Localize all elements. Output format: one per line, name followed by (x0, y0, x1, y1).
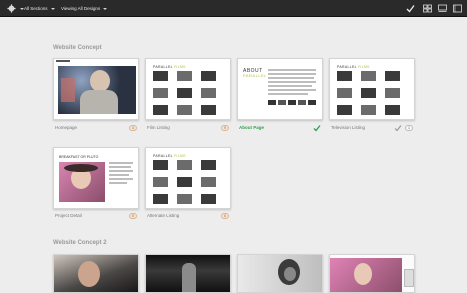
card-label[interactable]: Television Listing (331, 125, 365, 130)
comment-badge[interactable]: 1 (405, 125, 413, 131)
thumb-brand-a: PARALLEL (153, 65, 173, 69)
sections-dropdown[interactable]: All Sections (24, 4, 55, 14)
filmstrip-view-icon[interactable] (437, 3, 448, 14)
design-card-about-page[interactable]: ABOUT PARALLEL (237, 58, 323, 120)
thumb-brand: PARALLEL FILMS (153, 65, 186, 69)
thumb-about-subtitle: PARALLEL (243, 73, 267, 78)
designs-dropdown-label: Viewing All Designs (61, 6, 101, 11)
design-card-project-detail[interactable]: BREAKFAST OR PLUTO (53, 147, 139, 209)
design-card[interactable] (237, 254, 323, 293)
card-label-approved[interactable]: About Page (239, 125, 264, 130)
single-view-icon[interactable] (452, 3, 463, 14)
section-title: Website Concept (53, 45, 102, 51)
card-label[interactable]: Homepage (55, 125, 77, 130)
thumb-brand-b: FILMS (172, 65, 186, 69)
comment-badge[interactable]: 5 (129, 213, 137, 219)
thumb-brand-a: PARALLEL (153, 154, 173, 158)
grid-view-icon[interactable] (422, 3, 433, 14)
card-label[interactable]: Film Listing (147, 125, 170, 130)
thumb-brand-b: FILMS (172, 154, 186, 158)
sections-dropdown-label: All Sections (24, 6, 48, 11)
comment-badge[interactable]: 6 (221, 213, 229, 219)
thumb-hero-image (58, 66, 136, 114)
thumb-project-title: BREAKFAST OR PLUTO (59, 155, 99, 159)
design-card[interactable] (329, 254, 415, 293)
thumb-logo (56, 60, 70, 62)
comment-badge[interactable]: 4 (129, 125, 137, 131)
gear-icon[interactable] (7, 4, 16, 13)
check-icon[interactable] (405, 3, 416, 14)
design-card-alternate-listing[interactable]: PARALLEL FILMS (145, 147, 231, 209)
thumb-brand-a: PARALLEL (337, 65, 357, 69)
thumb-project-image (59, 162, 105, 202)
design-card[interactable] (53, 254, 139, 293)
card-label[interactable]: Project Detail (55, 213, 82, 218)
thumb-brand: PARALLEL FILMS (153, 154, 186, 158)
approved-check-icon (313, 125, 321, 132)
thumb-brand: PARALLEL FILMS (337, 65, 370, 69)
design-card-film-listing[interactable]: PARALLEL FILMS (145, 58, 231, 120)
thumb-brand-b: FILMS (356, 65, 370, 69)
design-card-television-listing[interactable]: PARALLEL FILMS (329, 58, 415, 120)
comment-badge[interactable]: 9 (221, 125, 229, 131)
top-toolbar: All Sections Viewing All Designs (0, 0, 467, 17)
card-label[interactable]: Alternate Listing (147, 213, 179, 218)
design-card-homepage[interactable] (53, 58, 139, 120)
approved-check-icon (394, 125, 402, 132)
designs-dropdown[interactable]: Viewing All Designs (61, 4, 108, 14)
gear-caret[interactable] (17, 4, 24, 14)
design-card[interactable] (145, 254, 231, 293)
section-title: Website Concept 2 (53, 240, 107, 246)
